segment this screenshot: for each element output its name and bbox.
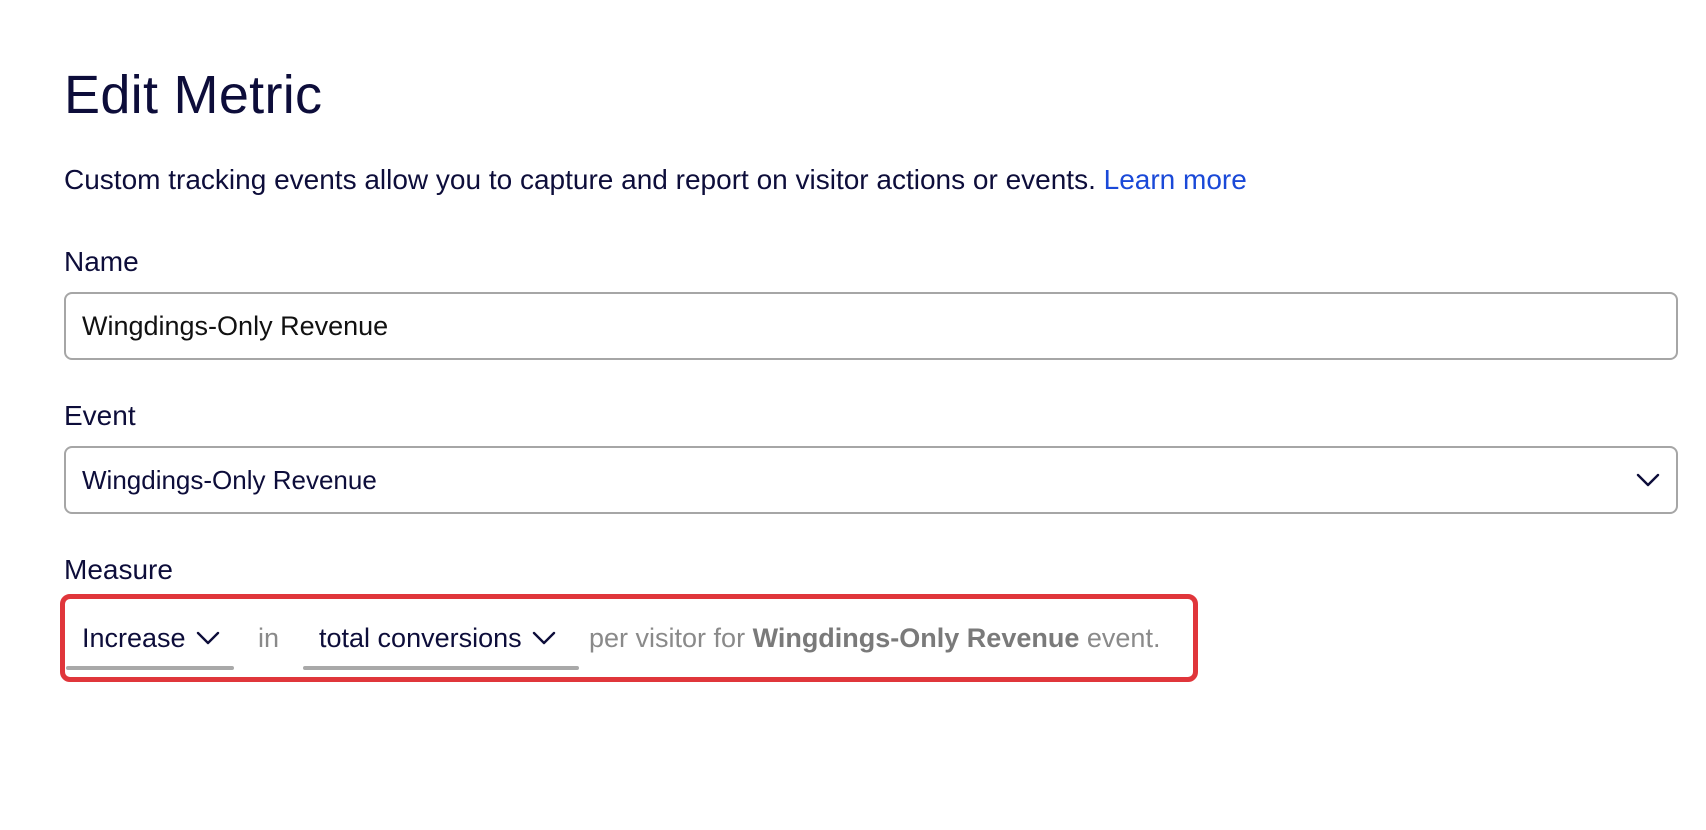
measure-suffix-after: event. <box>1086 622 1161 653</box>
chevron-down-icon <box>1636 473 1660 487</box>
page-title: Edit Metric <box>64 65 323 125</box>
learn-more-link[interactable]: Learn more <box>1104 164 1247 195</box>
measure-label: Measure <box>64 554 173 585</box>
event-select[interactable]: Wingdings-Only Revenue <box>64 446 1678 514</box>
measure-connector: in <box>258 622 280 653</box>
direction-select-value: Increase <box>82 622 186 653</box>
edit-metric-page: Edit Metric Custom tracking events allow… <box>0 0 1706 830</box>
measure-sentence: Increase in total conversions per visito… <box>66 604 1160 672</box>
chevron-down-icon <box>532 631 556 645</box>
event-label: Event <box>64 400 136 431</box>
measure-event-name: Wingdings-Only Revenue <box>752 622 1080 653</box>
aggregation-select-value: total conversions <box>319 622 522 653</box>
direction-select[interactable]: Increase <box>66 606 234 670</box>
page-description: Custom tracking events allow you to capt… <box>64 164 1247 196</box>
aggregation-select[interactable]: total conversions <box>303 606 580 670</box>
name-label: Name <box>64 246 139 277</box>
description-text: Custom tracking events allow you to capt… <box>64 164 1096 195</box>
measure-description: per visitor for Wingdings-Only Revenue e… <box>589 623 1160 654</box>
name-input[interactable] <box>64 292 1678 360</box>
event-select-value: Wingdings-Only Revenue <box>82 464 377 495</box>
measure-suffix-before: per visitor for <box>589 622 746 653</box>
chevron-down-icon <box>196 631 220 645</box>
